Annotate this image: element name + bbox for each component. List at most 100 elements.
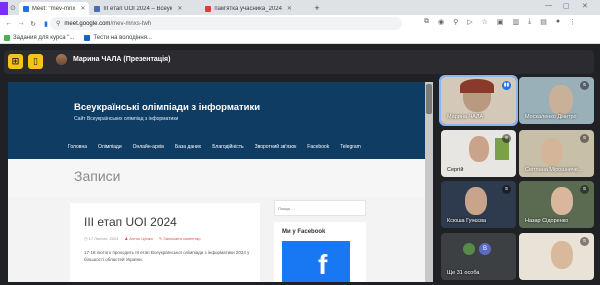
mic-muted-icon: ⦸	[580, 81, 589, 90]
tab-uoi[interactable]: III етап UOI 2024 – Всеук ✕	[90, 2, 200, 15]
post-date-icon: ◷ 17 Лютого, 2024	[84, 236, 119, 241]
participant-name: Світлана Мірошниче...	[525, 167, 583, 173]
bookmark-item[interactable]: Задания для курса "...	[4, 34, 75, 41]
participant-tile[interactable]: ⦸ Сергій	[441, 130, 516, 177]
url-host: meet.google.com	[64, 20, 111, 27]
close-window-icon[interactable]: ✕	[582, 2, 588, 10]
close-tab-icon[interactable]: ✕	[287, 5, 292, 12]
participant-video	[551, 241, 573, 269]
presenter-label: Марина ЧАЛА (Презентація)	[73, 56, 171, 63]
meet-view: ⊞ ▯ Марина ЧАЛА (Презентація) Всеукраїнс…	[0, 44, 600, 285]
site-subtitle: Сайт Всеукраїнських олімпіад з інформати…	[74, 116, 179, 122]
participant-tile[interactable]: ⦸ Світлана Мірошниче...	[519, 130, 594, 177]
participant-video	[541, 138, 563, 166]
bookmark-star-icon[interactable]: ☆	[482, 18, 488, 26]
mic-muted-icon: ⦸	[580, 237, 589, 246]
new-tab-button[interactable]: +	[314, 3, 319, 13]
participant-name: Сергій	[447, 167, 464, 173]
tab-meet[interactable]: Meet: "mev-mnx ✕	[18, 2, 90, 15]
post-card: III етап UOI 2024 ◷ 17 Лютого, 2024 ♟ Ан…	[70, 203, 260, 282]
site-nav: Головна Олімпіади Онлайн-архів База дани…	[68, 144, 361, 150]
mic-muted-icon: ⦸	[580, 185, 589, 194]
site-search-input	[278, 204, 362, 212]
mic-muted-icon: ⦸	[502, 185, 511, 194]
download-icon[interactable]: ⤓	[528, 18, 531, 26]
presentation-options-button[interactable]: ▯	[28, 54, 43, 69]
avatar: В	[479, 243, 491, 255]
shared-screen: Всеукраїнські олімпіади з інформатики Са…	[8, 82, 433, 282]
shared-screen-scrollbar	[425, 82, 433, 282]
participant-tile[interactable]: ⦸ Москаленко Дмитро	[519, 77, 594, 124]
participant-video	[551, 187, 573, 215]
wordpress-favicon-icon	[94, 5, 101, 12]
participant-hair	[460, 79, 494, 93]
browser-toolbar: ← → ↻ ▮ ⚲ meet.google.com/mev-mnxs-twh ⧉…	[0, 15, 600, 32]
site-nav-item: Telegram	[340, 144, 361, 150]
site-nav-item: База даних	[174, 144, 202, 150]
forward-icon[interactable]: →	[15, 20, 27, 27]
reload-icon[interactable]: ↻	[27, 20, 39, 28]
camera-permission-icon[interactable]: ◉	[438, 18, 444, 26]
participant-video	[549, 85, 573, 115]
mic-muted-icon: ⦸	[502, 134, 511, 143]
profile-icon[interactable]: ●	[556, 18, 560, 26]
site-info-icon[interactable]: ⚲	[56, 20, 60, 27]
site-nav-item: Зворотний зв'язок	[254, 144, 297, 150]
close-tab-icon[interactable]: ✕	[80, 5, 85, 12]
participant-tile[interactable]: ⦸ Ксюша Гунєєва	[441, 181, 516, 228]
post-comments: Залишити коментар	[163, 236, 201, 241]
avatar	[56, 54, 67, 65]
participant-video	[465, 187, 487, 215]
site-search	[274, 200, 366, 216]
post-title: III етап UOI 2024	[84, 215, 177, 229]
open-in-app-icon[interactable]: ⧉	[424, 18, 429, 26]
participant-video	[469, 136, 489, 162]
back-icon[interactable]: ←	[3, 20, 15, 27]
avatar	[463, 243, 475, 255]
post-meta: ◷ 17 Лютого, 2024 ♟ Антон Цапко ✎ Залиши…	[84, 236, 201, 241]
participant-name: Ксюша Гунєєва	[447, 218, 487, 224]
site-nav-item: Головна	[68, 144, 87, 150]
site-title: Всеукраїнські олімпіади з інформатики	[74, 102, 261, 113]
profile-indicator	[0, 2, 8, 15]
sidebar-icon[interactable]: ▥	[513, 18, 520, 26]
site-nav-item: Олімпіади	[98, 144, 122, 150]
site-nav-item: Благодійність	[212, 144, 244, 150]
participant-tile[interactable]: ⦸	[519, 233, 594, 280]
address-bar[interactable]: ⚲ meet.google.com/mev-mnxs-twh	[50, 17, 402, 30]
lock-icon[interactable]: ▤	[540, 18, 547, 26]
tab-label: Meet: "mev-mnx	[31, 5, 76, 12]
scroll-thumb	[426, 84, 432, 114]
close-tab-icon[interactable]: ✕	[177, 5, 182, 12]
facebook-f-icon: f	[318, 249, 328, 280]
browser-tab-strip: ⊙ Meet: "mev-mnx ✕ III етап UOI 2024 – В…	[0, 0, 600, 15]
minimize-icon[interactable]: —	[545, 2, 552, 9]
facebook-logo: f	[282, 241, 350, 282]
participant-name: Москаленко Дмитро	[525, 114, 577, 120]
pdf-favicon-icon	[205, 5, 212, 12]
author-icon: ♟ Антон Цапко	[124, 236, 153, 241]
tab-menu-icon[interactable]: ⊙	[10, 4, 16, 12]
post-excerpt: 17-18 лютого проходить III етап Всеукраї…	[84, 250, 250, 262]
menu-icon[interactable]: ⋮	[569, 18, 576, 26]
participant-tile[interactable]: ⦸ Назар Сідоренко	[519, 181, 594, 228]
bookmark-favicon-icon	[4, 34, 10, 41]
tab-pdf[interactable]: пам'ятка учасника_2024 ✕	[201, 2, 309, 15]
meet-favicon-icon	[22, 5, 29, 12]
facebook-widget: Ми у Facebook f	[274, 222, 366, 282]
zoom-icon[interactable]: ⚲	[453, 18, 458, 26]
toolbar-actions: ⧉ ◉ ⚲ ▷ ☆ ▣ ▥ ⤓ ▤ ● ⋮	[424, 18, 576, 26]
participant-name: Ще 31 особа	[447, 270, 480, 276]
more-participants-tile[interactable]: В Ще 31 особа	[441, 233, 516, 280]
extension-icon[interactable]: ▣	[497, 18, 504, 26]
participant-tile[interactable]: ▮▮ Марина ЧАЛА	[439, 75, 518, 126]
post-author: Антон Цапко	[129, 236, 153, 241]
mic-active-icon: ▮▮	[502, 81, 511, 90]
maximize-icon[interactable]: ▢	[563, 2, 570, 10]
bookmark-label: Задания для курса "...	[13, 34, 75, 41]
cast-icon[interactable]: ▷	[467, 18, 472, 26]
pin-presentation-button[interactable]: ⊞	[8, 54, 23, 69]
bookmark-item[interactable]: Тести на володіння...	[84, 34, 152, 41]
presentation-bar: ⊞ ▯ Марина ЧАЛА (Презентація)	[4, 50, 594, 74]
tab-label: пам'ятка учасника_2024	[214, 5, 282, 12]
